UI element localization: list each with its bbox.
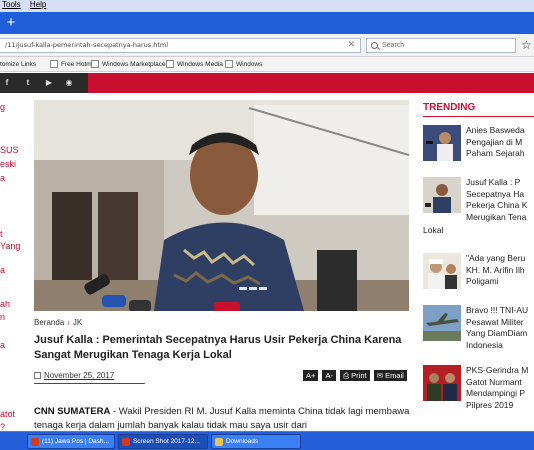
new-tab-button[interactable]: +	[3, 15, 19, 31]
bookmark-windows-marketplace[interactable]: Windows Marketplace	[91, 59, 166, 70]
search-placeholder: Search	[382, 42, 405, 49]
breadcrumb-category[interactable]: JK	[73, 318, 82, 327]
left-column-clipped: g SUS eski a t Yang a ah n a atot ?	[0, 93, 20, 432]
bookmark-customize-links[interactable]: tomize Links	[0, 59, 36, 70]
jet-thumbnail	[423, 305, 461, 341]
folder-icon	[215, 438, 223, 446]
search-input[interactable]: Search	[366, 38, 516, 53]
menu-help[interactable]: Help	[30, 0, 46, 9]
clear-url-icon[interactable]: ✕	[347, 39, 355, 52]
trending-thumbnail	[423, 253, 461, 289]
browser-icon	[31, 438, 39, 446]
trending-thumbnail	[423, 177, 461, 213]
font-decrease-button[interactable]: A-	[322, 370, 336, 381]
trending-thumbnail	[423, 125, 461, 161]
ulama-thumbnail	[423, 253, 461, 289]
left-text[interactable]: eski	[0, 159, 16, 169]
trending-divider	[423, 116, 534, 117]
article-lead: CNN SUMATERA - Wakil Presiden RI M. Jusu…	[34, 405, 419, 433]
page-icon	[91, 60, 99, 69]
left-text[interactable]: n	[0, 312, 5, 322]
bookmark-windows-media[interactable]: Windows Media	[166, 59, 223, 70]
menu-bar: Tools Help	[0, 0, 534, 12]
article-date: November 25, 2017	[34, 371, 114, 380]
breadcrumb-home[interactable]: Beranda	[34, 318, 64, 327]
site-menu	[88, 73, 534, 93]
left-text[interactable]: ah	[0, 299, 10, 309]
article-title: Jusuf Kalla : Pemerintah Secepatnya Haru…	[34, 334, 402, 361]
taskbar-item-downloads[interactable]: Downloads	[211, 434, 301, 449]
site-nav: f t ▶ ◉	[0, 73, 534, 93]
tab-strip: +	[0, 12, 534, 34]
trending-thumbnail	[423, 305, 461, 341]
bookmark-windows[interactable]: Windows	[225, 59, 262, 70]
rss-icon[interactable]: ◉	[64, 78, 74, 88]
taskbar-item-screenshot[interactable]: Screen Shot 2017-12...	[118, 434, 208, 449]
article-tools: A+ A- ⎙ Print ✉ Email	[301, 370, 407, 381]
left-text[interactable]: a	[0, 173, 5, 183]
left-text[interactable]: Yang	[0, 241, 20, 251]
taskbar-item-jawapos[interactable]: (11) Jawa Pos | Dash...	[27, 434, 115, 449]
breadcrumb-separator: ›	[67, 318, 70, 327]
browser-icon	[122, 438, 130, 446]
jk-thumbnail	[423, 177, 461, 213]
trending-thumbnail	[423, 365, 461, 401]
breadcrumb: Beranda › JK	[34, 318, 82, 327]
print-icon: ⎙	[343, 371, 352, 380]
left-text[interactable]: g	[0, 102, 5, 112]
trending-heading: TRENDING	[423, 102, 476, 113]
navigation-bar: /11/jusuf-kalla-pemerintah-secepatnya-ha…	[0, 34, 534, 57]
hero-photo[interactable]	[34, 100, 409, 311]
trending-text: PKS-Gerindra M Gatot Nurmant Mendampingi…	[466, 365, 529, 410]
twitter-icon[interactable]: t	[23, 78, 33, 88]
military-thumbnail	[423, 365, 461, 401]
address-bar[interactable]: /11/jusuf-kalla-pemerintah-secepatnya-ha…	[0, 38, 361, 53]
calendar-icon	[34, 372, 41, 379]
page-icon	[50, 60, 58, 69]
date-divider	[34, 383, 145, 384]
font-increase-button[interactable]: A+	[303, 370, 319, 381]
url-text: /11/jusuf-kalla-pemerintah-secepatnya-ha…	[5, 41, 169, 49]
bookmark-star-icon[interactable]: ☆	[521, 38, 532, 53]
date-text[interactable]: November 25, 2017	[44, 371, 114, 380]
speaker-thumbnail	[423, 125, 461, 161]
page-icon	[225, 60, 233, 69]
trending-sidebar: TRENDING Anies Basweda Pengajian di M Pa…	[423, 93, 534, 431]
facebook-icon[interactable]: f	[2, 78, 12, 88]
trending-text: Bravo !!! TNI-AU Pesawat Militer Yang Di…	[466, 305, 529, 350]
trending-text: "Ada yang Beru KH. M. Arifin Ilh Poligam…	[466, 253, 526, 286]
taskbar: (11) Jawa Pos | Dash... Screen Shot 2017…	[0, 431, 534, 450]
email-button[interactable]: ✉ Email	[373, 370, 407, 381]
carousel-dots[interactable]	[239, 277, 269, 295]
trending-text: Anies Basweda Pengajian di M Paham Sejar…	[466, 125, 525, 158]
left-text[interactable]: SUS	[0, 145, 19, 155]
menu-tools[interactable]: Tools	[2, 0, 21, 9]
youtube-icon[interactable]: ▶	[44, 78, 54, 88]
print-button[interactable]: ⎙ Print	[340, 370, 370, 381]
envelope-icon: ✉	[376, 371, 386, 380]
left-text[interactable]: t	[0, 229, 3, 239]
lead-source: CNN SUMATERA	[34, 406, 111, 417]
hero-illustration	[34, 100, 409, 311]
search-icon	[371, 42, 378, 49]
trending-text: Jusuf Kalla : P Secepatnya Ha Pekerja Ch…	[466, 177, 528, 222]
bookmarks-bar: tomize Links Free Hotmail Windows Market…	[0, 57, 534, 72]
page-icon	[166, 60, 174, 69]
trending-text-wrap: Lokal	[423, 225, 444, 235]
article-page: g SUS eski a t Yang a ah n a atot ? Bera…	[0, 93, 534, 433]
left-text[interactable]: a	[0, 340, 5, 350]
left-text[interactable]: a	[0, 265, 5, 275]
left-text[interactable]: atot	[0, 409, 15, 419]
